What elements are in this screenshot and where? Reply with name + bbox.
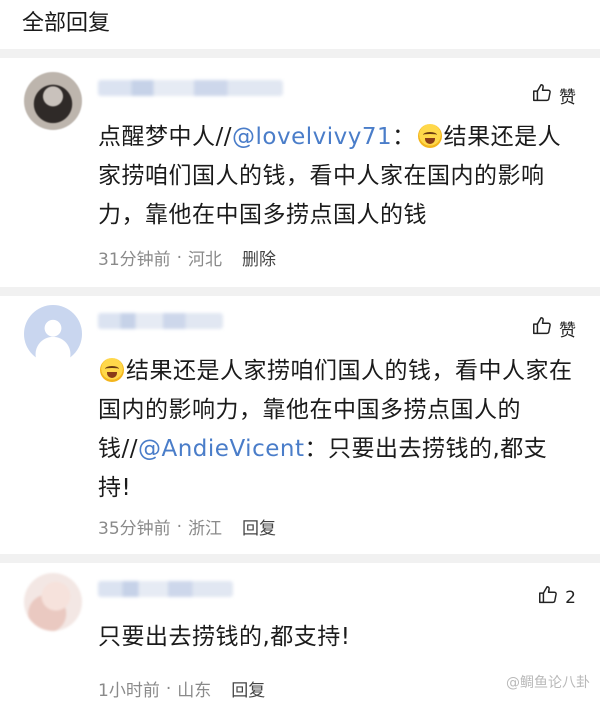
reply-button[interactable]: 回复 xyxy=(231,676,265,701)
section-divider xyxy=(0,49,600,58)
like-button[interactable]: 赞 xyxy=(531,315,576,342)
like-button[interactable]: 赞 xyxy=(531,82,576,109)
like-label: 赞 xyxy=(559,88,576,108)
like-button[interactable]: 2 xyxy=(537,584,576,611)
avatar[interactable] xyxy=(24,573,82,631)
watermark: @鲷鱼论八卦 xyxy=(506,672,590,692)
location: 浙江 xyxy=(188,519,223,539)
comment-text: 只要出去捞钱的,都支持! xyxy=(98,624,351,650)
location: 山东 xyxy=(177,681,212,701)
comment-meta: 31分钟前 · 河北 删除 xyxy=(98,245,276,271)
avatar[interactable] xyxy=(24,72,82,130)
username-blurred[interactable] xyxy=(98,313,223,329)
thumbs-up-icon xyxy=(531,82,553,109)
mention-link[interactable]: @lovelvivy71 xyxy=(232,124,392,150)
watermark-text: @鲷鱼论八卦 xyxy=(506,675,590,691)
thumbs-up-icon xyxy=(537,584,559,611)
comment-text: 点醒梦中人//@lovelvivy71： 结果还是人家捞咱们国人的钱，看中人家在国… xyxy=(98,124,562,228)
laughing-tears-emoji-icon xyxy=(417,124,442,148)
timestamp: 1小时前 xyxy=(98,681,160,701)
comment-text: 结果还是人家捞咱们国人的钱，看中人家在国内的影响力，靠他在中国多捞点国人的钱//… xyxy=(98,358,573,501)
meta-separator: · xyxy=(176,247,183,268)
mention-link[interactable]: @AndieVicent xyxy=(138,436,304,462)
like-count: 2 xyxy=(565,587,576,608)
username-blurred[interactable] xyxy=(98,581,233,597)
timestamp: 35分钟前 xyxy=(98,519,171,539)
comment-meta: 1小时前 · 山东 回复 xyxy=(98,676,265,702)
thumbs-up-icon xyxy=(531,315,553,342)
meta-separator: · xyxy=(165,678,172,699)
section-divider xyxy=(0,554,600,563)
page-title: 全部回复 xyxy=(22,11,111,36)
laughing-tears-emoji-icon xyxy=(100,358,124,382)
location: 河北 xyxy=(188,250,223,270)
reply-button[interactable]: 回复 xyxy=(242,514,276,539)
like-label: 赞 xyxy=(559,321,576,341)
timestamp: 31分钟前 xyxy=(98,250,171,270)
username-blurred[interactable] xyxy=(98,80,283,96)
comment-meta: 35分钟前 · 浙江 回复 xyxy=(98,514,276,540)
meta-separator: · xyxy=(176,516,183,537)
avatar[interactable] xyxy=(24,305,82,363)
section-divider xyxy=(0,287,600,296)
delete-button[interactable]: 删除 xyxy=(242,245,276,270)
